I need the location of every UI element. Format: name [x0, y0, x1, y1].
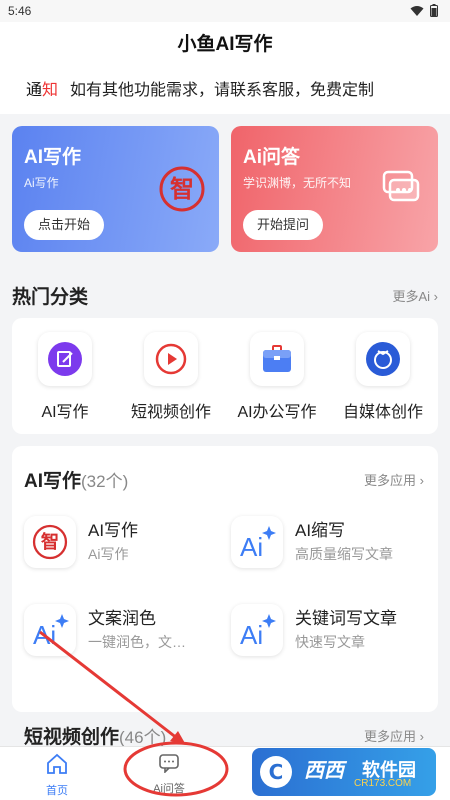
svg-text:智: 智	[41, 531, 59, 553]
edit-icon	[48, 342, 82, 376]
ai-writing-section: AI写作(32个) 更多应用 › 智 AI写作 Ai写作 Ai AI缩写 高质量…	[12, 446, 438, 712]
svg-text:Ai: Ai	[240, 620, 263, 650]
ai-writing-card[interactable]: AI写作 Ai写作 点击开始 智	[12, 126, 219, 252]
status-bar: 5:46	[0, 0, 450, 22]
category-short-video[interactable]: 短视频创作	[118, 332, 224, 422]
notice-bar[interactable]: 通知 如有其他功能需求，请联系客服，免费定制	[0, 68, 450, 114]
section-count: (46个)	[119, 728, 167, 747]
section-count: (32个)	[81, 472, 129, 491]
zhi-seal-icon: 智	[159, 166, 205, 212]
ai-qa-card[interactable]: Ai问答 学识渊博，无所不知 开始提问	[231, 126, 438, 252]
battery-icon	[430, 4, 438, 17]
notice-label-a: 通	[26, 82, 43, 99]
svg-text:Ai: Ai	[33, 620, 56, 650]
category-grid: AI写作 短视频创作 AI办公写作 自媒体创作	[12, 318, 438, 434]
short-video-section-header: 短视频创作(46个) 更多应用 ›	[12, 722, 438, 748]
ai-sparkle-icon: Ai	[240, 614, 276, 650]
svg-text:Ai: Ai	[240, 532, 263, 562]
notice-label-b: 知	[42, 82, 59, 99]
cr173-logo-icon: C	[260, 756, 292, 788]
tab-ai-qa[interactable]: Ai问答	[124, 753, 214, 796]
chat-bubble-icon	[382, 170, 420, 202]
watermark-brand: 西西	[304, 760, 344, 782]
chat-icon	[159, 754, 179, 774]
watermark-logo: C 西西 软件园 CR173.COM	[252, 748, 436, 796]
ask-button[interactable]: 开始提问	[243, 210, 324, 240]
app-ai-writing[interactable]: 智 AI写作 Ai写作	[24, 512, 224, 572]
svg-text:C: C	[269, 760, 284, 784]
more-apps-link[interactable]: 更多应用 ›	[364, 470, 424, 489]
section-title: AI写作(32个)	[24, 471, 129, 492]
home-icon	[47, 753, 67, 774]
page-title: 小鱼AI写作	[0, 22, 450, 68]
start-button[interactable]: 点击开始	[24, 210, 105, 240]
notice-text: 如有其他功能需求，请联系客服，免费定制	[70, 82, 375, 99]
ai-sparkle-icon: Ai	[240, 526, 276, 562]
watermark-url: CR173.COM	[354, 778, 412, 789]
section-title: 短视频创作(46个)	[24, 727, 167, 748]
zhi-seal-icon: 智	[32, 524, 68, 560]
wifi-icon	[410, 5, 424, 16]
play-icon	[155, 343, 187, 375]
category-ai-writing[interactable]: AI写作	[12, 332, 118, 422]
app-keyword-article[interactable]: Ai 关键词写文章 快速写文章	[231, 600, 431, 660]
more-apps-link[interactable]: 更多应用 ›	[364, 726, 424, 745]
card-subtitle: 学识渊博，无所不知	[243, 176, 352, 190]
briefcase-icon	[263, 345, 291, 372]
media-icon	[366, 342, 400, 376]
section-title: 热门分类	[12, 287, 89, 308]
app-copy-polish[interactable]: Ai 文案润色 一键润色，文…	[24, 600, 224, 660]
card-subtitle: Ai写作	[24, 176, 59, 190]
status-time: 5:46	[8, 4, 32, 18]
hot-section-header: 热门分类 更多Ai ›	[12, 282, 438, 308]
app-ai-abbreviate[interactable]: Ai AI缩写 高质量缩写文章	[231, 512, 431, 572]
tab-home[interactable]: 首页	[12, 753, 102, 798]
card-title: AI写作	[24, 147, 82, 168]
more-ai-link[interactable]: 更多Ai ›	[392, 286, 438, 305]
card-title: Ai问答	[243, 147, 301, 168]
category-self-media[interactable]: 自媒体创作	[330, 332, 436, 422]
ai-sparkle-icon: Ai	[33, 614, 69, 650]
svg-text:智: 智	[170, 175, 194, 203]
category-office-writing[interactable]: AI办公写作	[224, 332, 330, 422]
